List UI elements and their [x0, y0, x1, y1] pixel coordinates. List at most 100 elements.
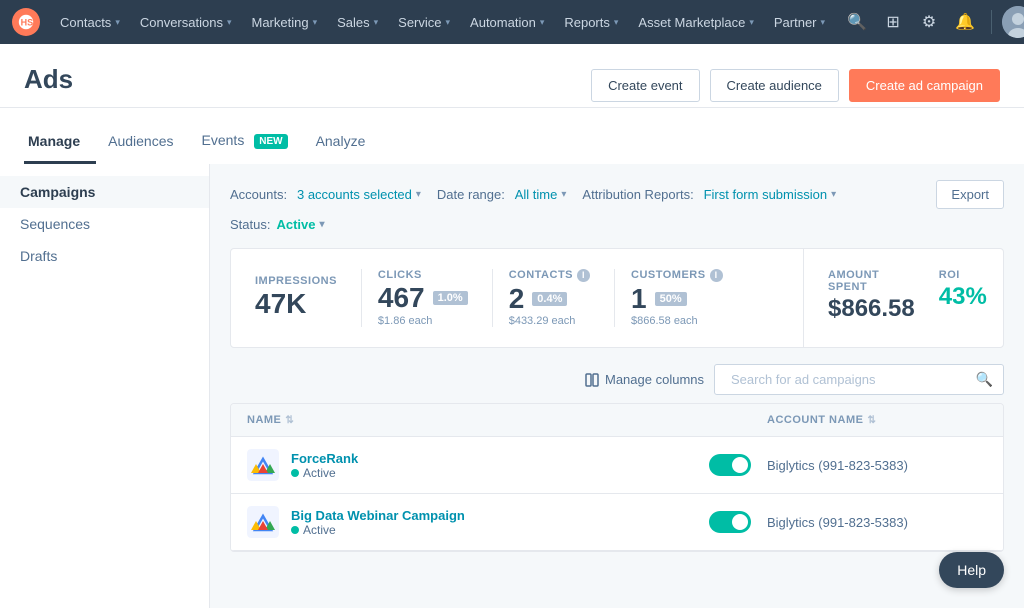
nav-asset-marketplace[interactable]: Asset Marketplace ▾ — [630, 0, 761, 44]
attribution-chevron-icon: ▾ — [831, 189, 836, 200]
roi-stat: ROI 43% — [939, 269, 987, 328]
chevron-down-icon: ▾ — [115, 17, 120, 28]
stats-main: IMPRESSIONS 47K CLICKS 467 1.0% — [231, 249, 803, 348]
amount-spent-value: $866.58 — [828, 293, 915, 324]
row-toggle-2: ✓ — [691, 511, 751, 533]
date-range-button[interactable]: All time ▾ — [509, 187, 567, 202]
user-avatar[interactable] — [1002, 6, 1024, 38]
accounts-chevron-icon: ▾ — [416, 189, 421, 200]
row-toggle-1: ✓ — [691, 454, 751, 476]
status-filter-button[interactable]: Active ▾ — [276, 217, 324, 232]
tab-audiences[interactable]: Audiences — [104, 125, 189, 164]
main-content: Campaigns Sequences Drafts Accounts: 3 a… — [0, 164, 1024, 608]
date-range-chevron-icon: ▾ — [561, 189, 566, 200]
page-wrapper: Ads Create event Create audience Create … — [0, 44, 1024, 608]
amount-spent-label: AMOUNT SPENT — [828, 269, 915, 293]
row-name-info-1: ForceRank Active — [291, 451, 358, 480]
manage-columns-button[interactable]: Manage columns — [585, 372, 704, 387]
campaign-logo-1 — [247, 449, 279, 481]
accounts-filter-button[interactable]: 3 accounts selected ▾ — [291, 187, 421, 202]
stat-divider-2 — [492, 269, 493, 328]
stats-right: AMOUNT SPENT $866.58 ROI 43% — [803, 249, 1003, 348]
create-audience-button[interactable]: Create audience — [710, 69, 839, 102]
row-name-col-2: Big Data Webinar Campaign Active — [247, 506, 691, 538]
nav-reports[interactable]: Reports ▾ — [556, 0, 626, 44]
sidebar-item-drafts[interactable]: Drafts — [0, 240, 209, 272]
contacts-pct: 0.4% — [532, 292, 567, 306]
row-account-2: Biglytics (991-823-5383) — [767, 515, 987, 530]
settings-icon[interactable]: ⚙ — [913, 6, 945, 38]
chevron-down-icon: ▾ — [313, 17, 318, 28]
contacts-stat: CONTACTS i 2 0.4% $433.29 each — [509, 269, 614, 328]
date-range-filter: Date range: All time ▾ — [437, 186, 566, 202]
topnav-utility-icons: 🔍 ⊞ ⚙ 🔔 ▾ — [841, 6, 1024, 38]
campaign-toggle-2[interactable]: ✓ — [709, 511, 751, 533]
roi-label: ROI — [939, 269, 987, 281]
attribution-button[interactable]: First form submission ▾ — [698, 187, 837, 202]
top-navigation: HS Contacts ▾ Conversations ▾ Marketing … — [0, 0, 1024, 44]
hubspot-logo[interactable]: HS — [12, 8, 40, 36]
create-ad-campaign-button[interactable]: Create ad campaign — [849, 69, 1000, 102]
contacts-value: 2 — [509, 282, 525, 316]
svg-text:HS: HS — [21, 18, 34, 28]
impressions-stat: IMPRESSIONS 47K — [255, 275, 361, 321]
tab-analyze[interactable]: Analyze — [312, 125, 382, 164]
chevron-down-icon: ▾ — [821, 17, 826, 28]
nav-divider — [991, 10, 992, 34]
customers-pct: 50% — [655, 292, 687, 306]
nav-contacts[interactable]: Contacts ▾ — [52, 0, 128, 44]
nav-automation[interactable]: Automation ▾ — [462, 0, 552, 44]
search-icon[interactable]: 🔍 — [841, 6, 873, 38]
toggle-knob-2 — [732, 514, 748, 530]
sidebar-item-sequences[interactable]: Sequences — [0, 208, 209, 240]
table-header: NAME ⇅ ACCOUNT NAME ⇅ — [231, 404, 1003, 437]
row-name-info-2: Big Data Webinar Campaign Active — [291, 508, 465, 537]
campaign-toggle-1[interactable]: ✓ — [709, 454, 751, 476]
customers-stat: CUSTOMERS i 1 50% $866.58 each — [631, 269, 747, 328]
nav-partner[interactable]: Partner ▾ — [766, 0, 833, 44]
attribution-filter: Attribution Reports: First form submissi… — [582, 186, 836, 202]
accounts-filter-label: Accounts: 3 accounts selected ▾ — [230, 186, 421, 202]
nav-service[interactable]: Service ▾ — [390, 0, 458, 44]
customers-value: 1 — [631, 282, 647, 316]
export-button[interactable]: Export — [936, 180, 1004, 209]
chevron-down-icon: ▾ — [540, 17, 545, 28]
nav-marketing[interactable]: Marketing ▾ — [243, 0, 325, 44]
campaign-status-1: Active — [291, 466, 358, 480]
row-account-1: Biglytics (991-823-5383) — [767, 458, 987, 473]
tabs-row: Manage Audiences Events NEW Analyze — [0, 124, 1024, 164]
nav-sales[interactable]: Sales ▾ — [329, 0, 386, 44]
impressions-value: 47K — [255, 287, 306, 321]
chevron-down-icon: ▾ — [227, 17, 232, 28]
status-chevron-icon: ▾ — [320, 219, 325, 230]
tab-manage[interactable]: Manage — [24, 125, 96, 164]
campaign-name-link-2[interactable]: Big Data Webinar Campaign — [291, 508, 465, 523]
help-button[interactable]: Help — [939, 552, 1004, 588]
status-dot-active-2 — [291, 526, 299, 534]
header-actions: Create event Create audience Create ad c… — [591, 69, 1000, 102]
ads-table: NAME ⇅ ACCOUNT NAME ⇅ — [230, 403, 1004, 552]
create-event-button[interactable]: Create event — [591, 69, 699, 102]
account-sort-icon[interactable]: ⇅ — [867, 415, 876, 426]
column-name: NAME ⇅ — [247, 414, 767, 426]
search-icon: 🔍 — [976, 371, 993, 388]
clicks-each: $1.86 each — [378, 315, 432, 327]
sidebar: Campaigns Sequences Drafts — [0, 164, 210, 608]
table-toolbar: Manage columns 🔍 — [230, 364, 1004, 395]
notifications-icon[interactable]: 🔔 — [949, 6, 981, 38]
customers-each: $866.58 each — [631, 315, 698, 327]
sidebar-item-campaigns[interactable]: Campaigns — [0, 176, 209, 208]
table-row: ForceRank Active ✓ Biglyti — [231, 437, 1003, 494]
grid-icon[interactable]: ⊞ — [877, 6, 909, 38]
campaign-logo-2 — [247, 506, 279, 538]
stat-divider-3 — [614, 269, 615, 328]
search-input[interactable] — [725, 365, 976, 394]
campaign-name-link-1[interactable]: ForceRank — [291, 451, 358, 466]
stat-divider-1 — [361, 269, 362, 328]
name-sort-icon[interactable]: ⇅ — [285, 415, 294, 426]
tab-events[interactable]: Events NEW — [198, 124, 304, 164]
chevron-down-icon: ▾ — [614, 17, 619, 28]
page-title: Ads — [24, 64, 73, 95]
clicks-stat: CLICKS 467 1.0% $1.86 each — [378, 269, 492, 327]
nav-conversations[interactable]: Conversations ▾ — [132, 0, 240, 44]
